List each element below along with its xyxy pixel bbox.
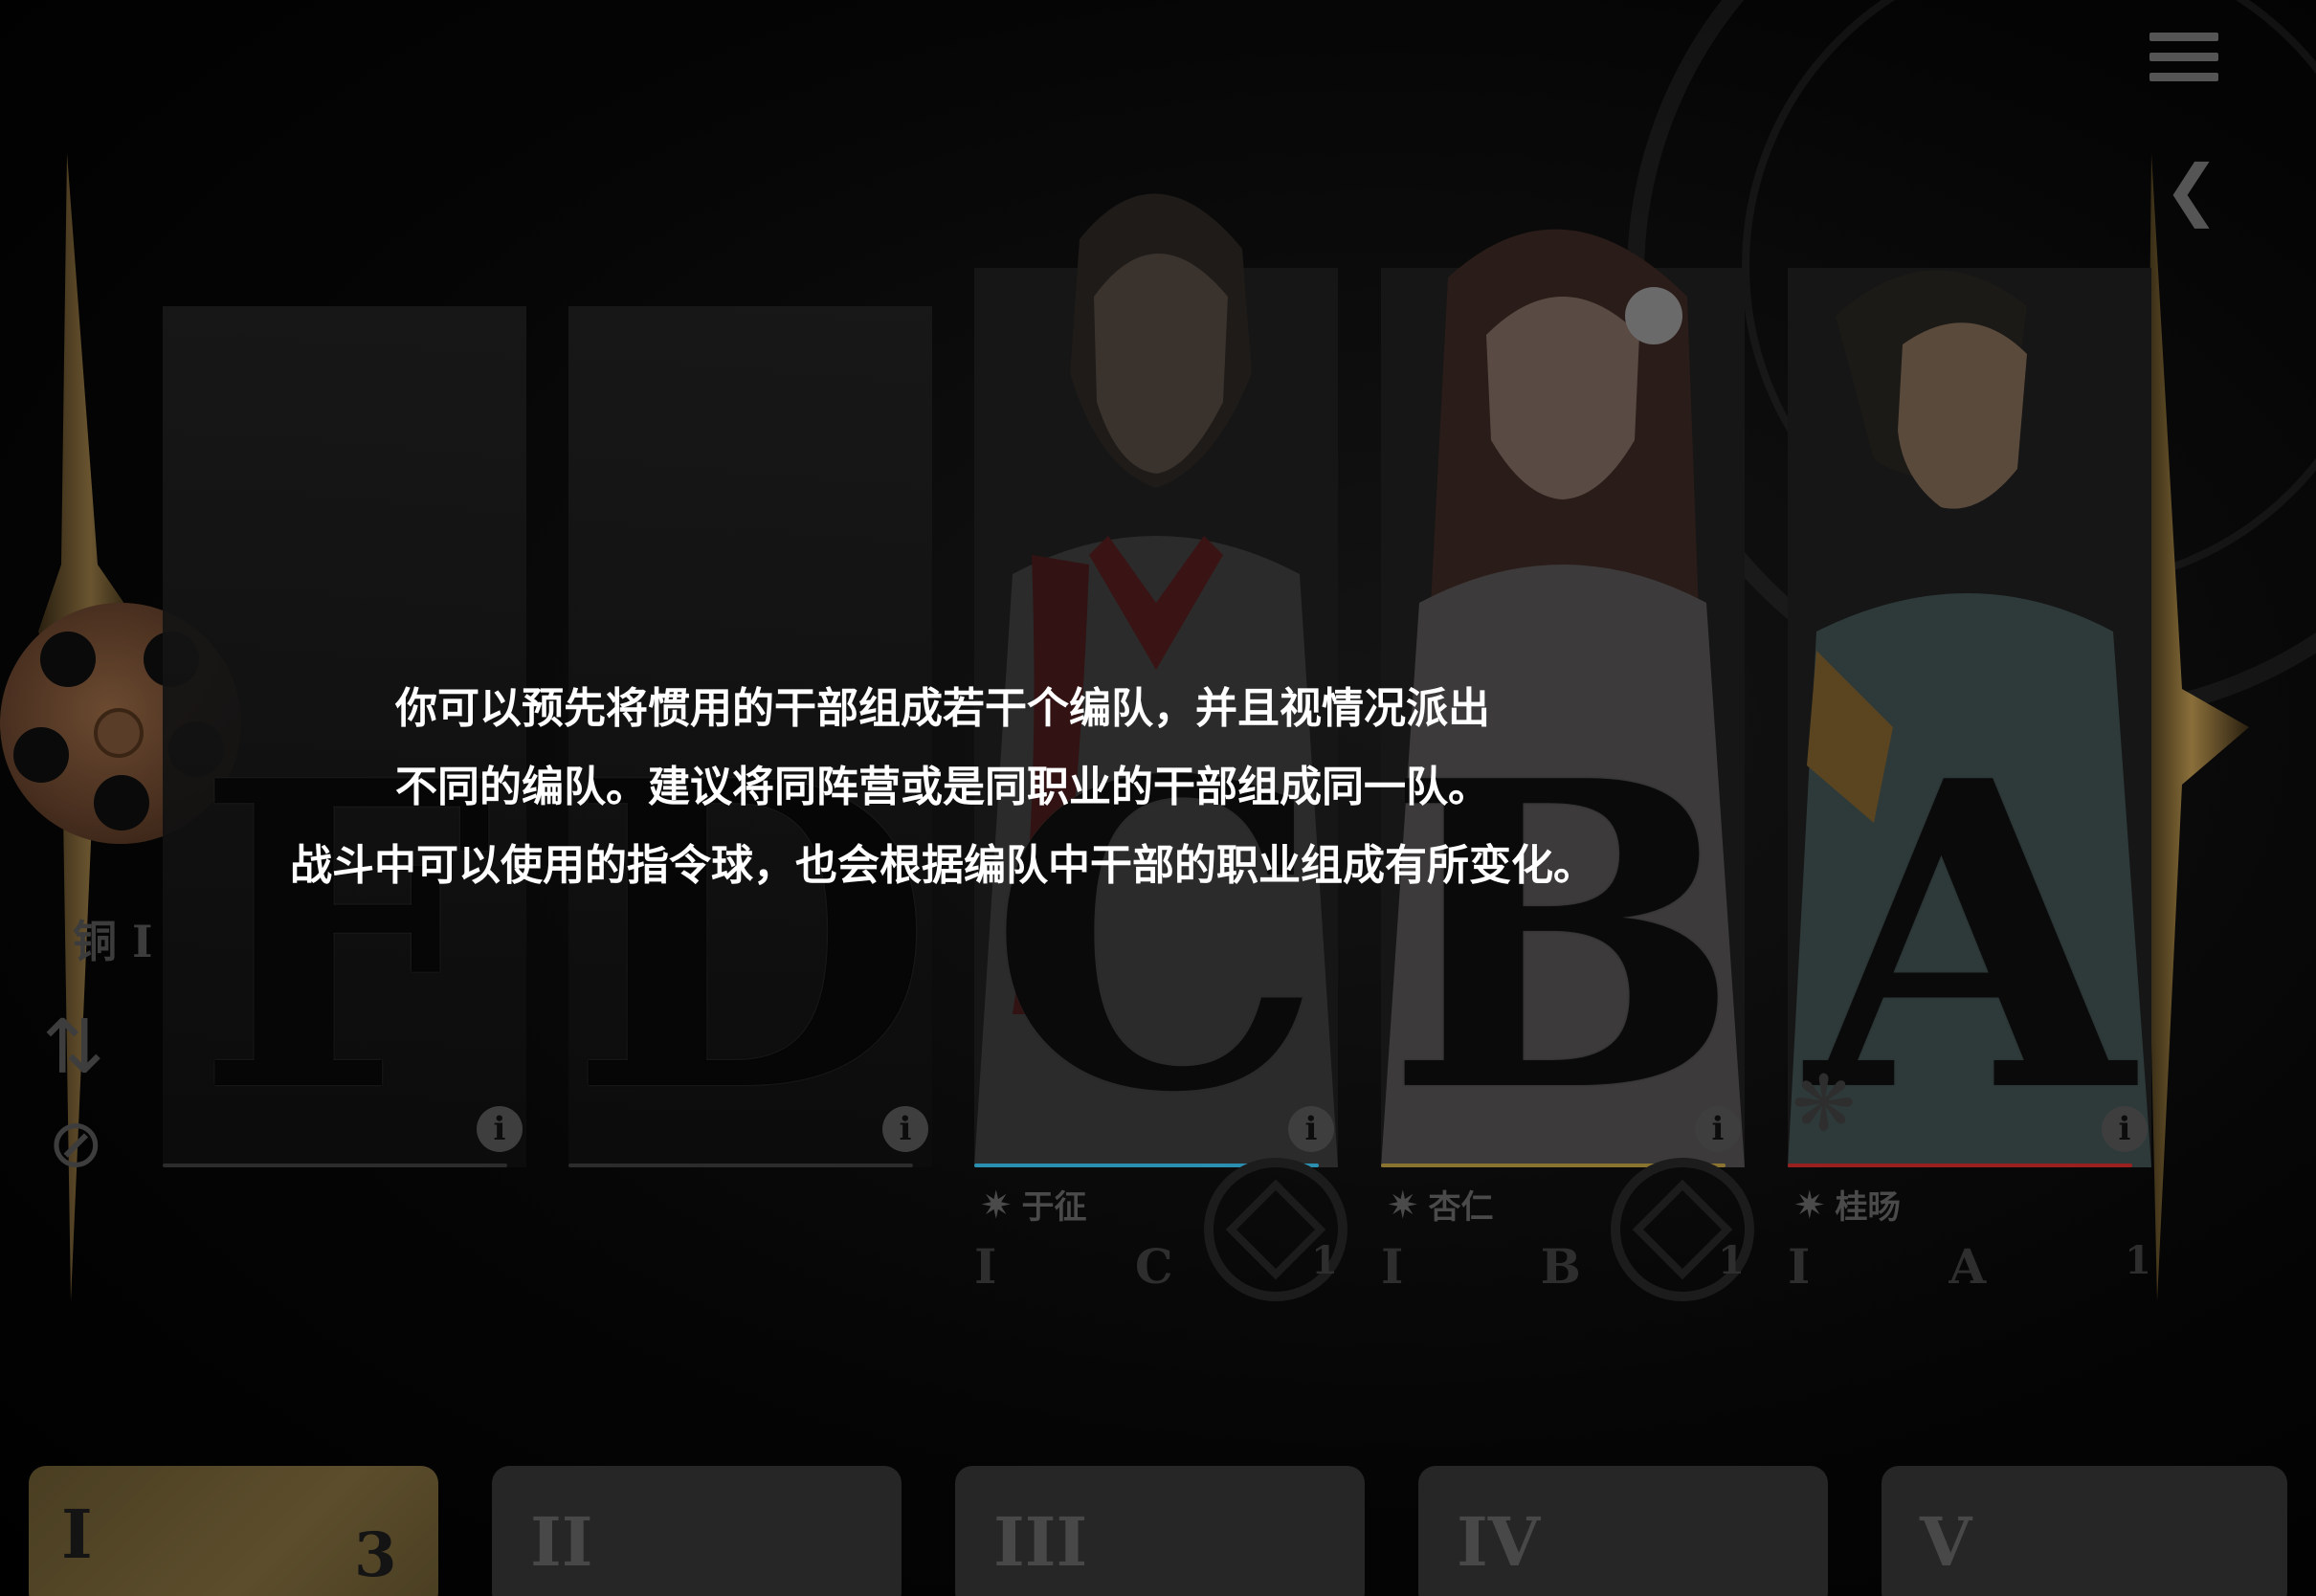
swap-arrows-icon[interactable]: ⇅ [42, 1010, 104, 1085]
info-button[interactable]: i [477, 1106, 523, 1152]
team-tab-1[interactable]: I 3 [29, 1466, 438, 1596]
team-tab-label: III [993, 1502, 1088, 1582]
auto-battle-disabled-icon[interactable]: ⊘ [48, 1110, 104, 1177]
member-name-row: ✷ 于征 [980, 1181, 1087, 1228]
member-class-row: I C 1 [974, 1238, 1338, 1295]
member-slot-3[interactable]: C [974, 153, 1338, 1167]
member-level: 1 [1718, 1238, 1745, 1283]
member-level: 1 [1311, 1238, 1338, 1283]
team-tab-label: II [530, 1502, 593, 1582]
team-tab-4[interactable]: IV [1418, 1466, 1828, 1596]
member-name-row: ✷ 杏仁 [1387, 1181, 1494, 1228]
member-class: B [1540, 1238, 1581, 1295]
member-rank: I [974, 1238, 997, 1295]
element-star-icon: ✷ [1793, 1184, 1826, 1228]
member-class: C [1134, 1238, 1173, 1295]
tip-line-1: 你可以预先将惯用的干部组成若干个编队，并且视情况派出 [395, 684, 1490, 733]
info-button[interactable]: i [2102, 1106, 2148, 1152]
hamburger-menu-icon[interactable] [2149, 33, 2218, 101]
team-tab-3[interactable]: III [955, 1466, 1365, 1596]
member-class-row: I B 1 [1381, 1238, 1745, 1295]
class-a-underline [1788, 1164, 2132, 1167]
tip-line-2: 不同的编队。建议将同阵营或是同职业的干部组成同一队。 [395, 763, 1490, 811]
element-star-icon: ✷ [980, 1184, 1013, 1228]
rank-label: 铜 I [73, 916, 153, 967]
member-name: 桂旸 [1835, 1188, 1901, 1227]
slot-underline [163, 1164, 507, 1167]
member-name: 于征 [1021, 1188, 1087, 1227]
tip-line-3: 战斗中可以使用的指令球，也会根据编队中干部的职业组成有所变化。 [290, 841, 1595, 890]
right-gold-spike [2134, 153, 2249, 1301]
team-tab-label: V [1920, 1502, 1972, 1582]
team-tab-5[interactable]: V [1882, 1466, 2287, 1596]
team-tab-2[interactable]: II [492, 1466, 902, 1596]
game-scene: ❮ 铜 I ⇅ ⊘ F i D i C i ✷ 于征 I C 1 B i ✷ 杏… [0, 0, 2316, 1596]
team-tab-label: I [61, 1495, 93, 1574]
member-name-row: ✷ 桂旸 [1793, 1181, 1901, 1228]
info-button[interactable]: i [882, 1106, 928, 1152]
info-button[interactable]: i [1288, 1106, 1334, 1152]
member-class: A [1949, 1238, 1987, 1295]
element-star-icon: ✷ [1387, 1184, 1419, 1228]
member-slot-5[interactable]: A [1788, 153, 2151, 1167]
member-class-row: I A 1 [1788, 1238, 2151, 1295]
skill-flower-icon: ❋ [1792, 1059, 1857, 1148]
member-level: 1 [2125, 1238, 2151, 1283]
info-button[interactable]: i [1695, 1106, 1741, 1152]
member-slot-4[interactable]: B [1381, 153, 1745, 1167]
tutorial-tip[interactable]: 你可以预先将惯用的干部组成若干个编队，并且视情况派出 不同的编队。建议将同阵营或… [287, 670, 1598, 905]
member-rank: I [1788, 1238, 1811, 1295]
team-member-count: 3 [354, 1519, 397, 1591]
member-rank: I [1381, 1238, 1404, 1295]
member-name: 杏仁 [1428, 1188, 1494, 1227]
team-tab-label: IV [1457, 1502, 1541, 1582]
slot-underline [568, 1164, 913, 1167]
